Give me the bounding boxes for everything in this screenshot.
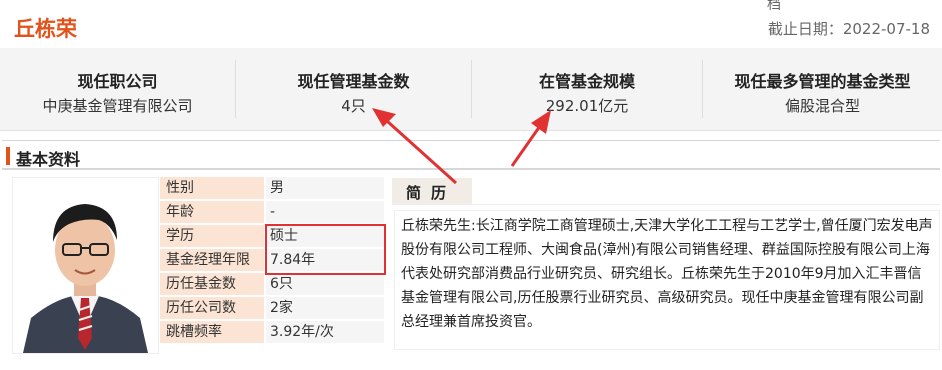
section-marker	[6, 147, 10, 165]
info-row: 历任基金数 6只	[160, 273, 384, 295]
stat-value: 292.01亿元	[545, 97, 629, 115]
section-header: 基本资料	[2, 140, 940, 169]
info-row: 性别 男	[160, 177, 384, 199]
stat-aum: 在管基金规模 292.01亿元	[472, 48, 702, 130]
portrait-image	[13, 178, 158, 353]
info-row: 年龄 -	[160, 201, 384, 223]
highlight-box	[265, 224, 386, 275]
info-value: 2家	[266, 297, 384, 319]
info-key: 基金经理年限	[160, 249, 264, 271]
stat-title: 现任最多管理的基金类型	[734, 72, 911, 91]
section-title: 基本资料	[16, 150, 81, 169]
stat-value: 中庚基金管理有限公司	[42, 97, 193, 115]
stat-title: 现任职公司	[77, 72, 158, 91]
bio-header: 简历	[392, 178, 940, 205]
stats-bar: 现任职公司 中庚基金管理有限公司 现任管理基金数 4只 在管基金规模 292.0…	[0, 48, 942, 131]
info-key: 历任公司数	[160, 297, 264, 319]
info-value: 3.92年/次	[266, 321, 384, 343]
info-value: 6只	[266, 273, 384, 295]
info-key: 历任基金数	[160, 273, 264, 295]
info-value: 男	[266, 177, 384, 199]
info-key: 年龄	[160, 201, 264, 223]
stat-title: 在管基金规模	[538, 72, 635, 91]
stat-title: 现任管理基金数	[297, 72, 410, 91]
info-key: 跳槽频率	[160, 321, 264, 343]
section-divider	[2, 168, 940, 170]
info-key: 性别	[160, 177, 264, 199]
tab-bio[interactable]: 简历	[392, 178, 472, 204]
manager-photo	[12, 177, 159, 354]
bio-text: 丘栋荣先生:长江商学院工商管理硕士,天津大学化工工程与工艺学士,曾任厦门宏发电声…	[394, 210, 940, 350]
stat-value: 4只	[341, 97, 366, 115]
stat-current-company: 现任职公司 中庚基金管理有限公司	[0, 48, 235, 130]
info-row: 历任公司数 2家	[160, 297, 384, 319]
info-row: 跳槽频率 3.92年/次	[160, 321, 384, 343]
stat-value: 偏股混合型	[784, 97, 860, 115]
cut-off-text: 档	[767, 0, 781, 13]
stat-fund-type: 现任最多管理的基金类型 偏股混合型	[703, 48, 942, 130]
info-value: -	[266, 201, 384, 223]
profile-header: 丘栋荣 档 截止日期：2022-07-18	[0, 0, 942, 49]
manager-name: 丘栋荣	[14, 17, 77, 41]
tab-bio-label: 简历	[406, 184, 457, 202]
stat-fund-count: 现任管理基金数 4只	[236, 48, 471, 130]
info-key: 学历	[160, 225, 264, 247]
cutoff-date: 截止日期：2022-07-18	[767, 20, 930, 38]
